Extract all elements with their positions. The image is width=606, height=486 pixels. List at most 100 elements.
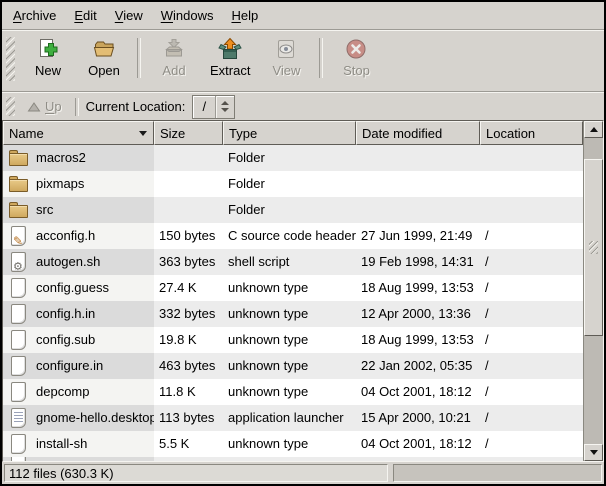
scroll-down-arrow-icon [590,450,598,455]
scrollbar-thumb[interactable] [584,159,603,336]
up-button-label: Up [45,99,62,114]
file-name-text: macros2 [36,145,86,171]
cell-type: application launcher [223,405,356,431]
cell-name [3,457,154,461]
document-icon [9,457,29,461]
toolbar-grip-handle[interactable] [6,37,15,81]
cell-type: C source code header [223,223,356,249]
extract-icon [218,37,242,61]
scroll-up-button[interactable] [584,121,603,138]
cell-location [480,457,583,461]
scroll-down-button[interactable] [584,444,603,461]
table-row[interactable]: pixmaps Folder [3,171,583,197]
cell-size: 5.5 K [154,431,223,457]
menu-windows[interactable]: Windows [152,4,223,27]
cell-name: install-sh [3,431,154,457]
location-combo[interactable]: / [192,95,235,119]
document-icon [9,356,29,376]
table-row[interactable]: gnome-hello.desktop 113 bytes applicatio… [3,405,583,431]
cell-name: config.guess [3,275,154,301]
file-name-text: acconfig.h [36,223,95,249]
toolbar-button-label: Stop [343,63,370,78]
status-message-panel: 112 files (630.3 K) [4,464,388,482]
cell-size [154,171,223,197]
folder-icon [9,148,29,168]
document-icon [9,434,29,454]
folder-icon [9,174,29,194]
cell-location: / [480,431,583,457]
file-list: Name Size Type Date modified Location ma… [2,120,604,462]
vertical-scrollbar [583,121,603,461]
cell-size [154,197,223,223]
cell-type: shell script [223,249,356,275]
scroll-up-arrow-icon [590,127,598,132]
document-icon [9,330,29,350]
file-name-text: gnome-hello.desktop [36,405,154,431]
open-button[interactable]: Open [76,34,132,81]
table-row[interactable]: install-sh 5.5 K unknown type 04 Oct 200… [3,431,583,457]
cell-name: macros2 [3,145,154,171]
menu-view[interactable]: View [106,4,152,27]
cell-size: 463 bytes [154,353,223,379]
menu-edit[interactable]: Edit [65,4,105,27]
cell-size: 19.8 K [154,327,223,353]
table-row[interactable]: acconfig.h 150 bytes C source code heade… [3,223,583,249]
table-row[interactable]: depcomp 11.8 K unknown type 04 Oct 2001,… [3,379,583,405]
cell-type: Folder [223,171,356,197]
cell-date-modified: 18 Aug 1999, 13:53 [356,327,480,353]
column-header-date-modified[interactable]: Date modified [356,121,480,145]
cell-location: / [480,405,583,431]
cell-location: / [480,379,583,405]
cell-date-modified: 15 Apr 2000, 10:21 [356,405,480,431]
toolbar-separator [137,38,141,78]
menu-help[interactable]: Help [222,4,267,27]
cell-location: / [480,353,583,379]
location-bar-grip-handle[interactable] [6,97,15,116]
cell-size: 363 bytes [154,249,223,275]
cell-name: configure.in [3,353,154,379]
up-button: Up [21,97,68,116]
table-row[interactable]: config.sub 19.8 K unknown type 18 Aug 19… [3,327,583,353]
table-header: Name Size Type Date modified Location [3,121,583,145]
cell-size: 27.4 K [154,275,223,301]
cell-name: src [3,197,154,223]
table-body: macros2 Folder pixmaps Folder src Folder… [3,145,583,461]
document-icon [9,382,29,402]
table-row[interactable]: src Folder [3,197,583,223]
extract-button[interactable]: Extract [202,34,258,81]
file-name-text: configure.in [36,353,103,379]
cell-location [480,171,583,197]
cell-location: / [480,275,583,301]
new-button[interactable]: New [20,34,76,81]
table-row[interactable]: autogen.sh 363 bytes shell script 19 Feb… [3,249,583,275]
archive-manager-window: Archive Edit View Windows Help New Open [0,0,606,486]
location-bar-separator [75,98,79,116]
file-name-text: src [36,197,53,223]
table-row[interactable]: config.h.in 332 bytes unknown type 12 Ap… [3,301,583,327]
cell-date-modified: 18 Aug 1999, 13:53 [356,275,480,301]
script-icon [9,252,29,272]
cell-size: 11.8 K [154,379,223,405]
cell-size: 113 bytes [154,405,223,431]
table-row[interactable]: configure.in 463 bytes unknown type 22 J… [3,353,583,379]
table-row[interactable]: macros2 Folder [3,145,583,171]
menu-archive[interactable]: Archive [4,4,65,27]
file-name-text: config.guess [36,275,109,301]
column-header-size[interactable]: Size [154,121,223,145]
cell-date-modified: 19 Feb 1998, 14:31 [356,249,480,275]
dropdown-arrow-icon[interactable] [215,96,234,118]
column-header-name[interactable]: Name [3,121,154,145]
cell-date-modified [356,145,480,171]
column-header-type[interactable]: Type [223,121,356,145]
cell-name: autogen.sh [3,249,154,275]
add-button: Add [146,34,202,81]
file-list-main: Name Size Type Date modified Location ma… [3,121,583,461]
document-icon [9,278,29,298]
cell-type: unknown type [223,275,356,301]
table-row[interactable]: config.guess 27.4 K unknown type 18 Aug … [3,275,583,301]
column-header-location[interactable]: Location [480,121,583,145]
toolbar: New Open Add [2,31,604,91]
scrollbar-track[interactable] [584,138,603,444]
table-row-partial[interactable] [3,457,583,461]
sort-arrow-icon [139,131,147,136]
